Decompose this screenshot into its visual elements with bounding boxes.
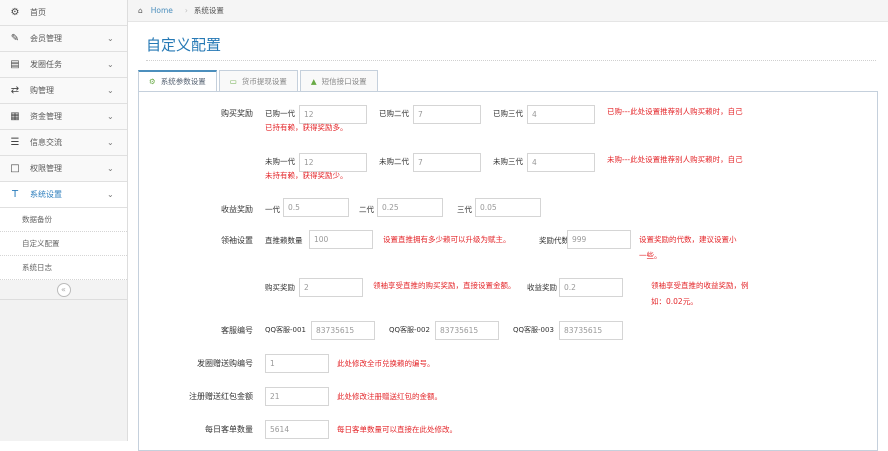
gift-id-label: 发圈赠送购编号 [197, 359, 253, 368]
gift-id-input[interactable]: 1 [265, 354, 329, 373]
sidebar-item-label: 信息交流 [30, 138, 62, 147]
user-icon: ▲ [310, 76, 317, 86]
qq-service-1-label: QQ客服-001 [265, 326, 306, 334]
income-reward-label: 收益奖励 [221, 205, 253, 214]
breadcrumb-separator-icon: › [184, 6, 188, 15]
sidebar-item-1[interactable]: ✎ 会员管理 ⌄ [0, 26, 127, 52]
income-gen2-input[interactable]: 0.25 [377, 198, 443, 217]
gift-id-hint: 此处修改全币兑换赖的编号。 [337, 359, 435, 368]
sidebar-item-label: 系统设置 [30, 190, 62, 199]
sidebar-item-4[interactable]: ▦ 资金管理 ⌄ [0, 104, 127, 130]
sidebar-item-5[interactable]: ☰ 信息交流 ⌄ [0, 130, 127, 156]
tachometer-icon: ⚙ [10, 7, 20, 18]
chevron-down-icon: ⌄ [107, 190, 114, 199]
bought-hint: 已购---此处设置推荐别人购买赖时，自己已持有赖，获得奖励多。 [265, 107, 743, 132]
qq-service-3-label: QQ客服-003 [513, 326, 554, 334]
sidebar-item-0[interactable]: ⚙ 首页 [0, 0, 127, 26]
direct-count-label: 直推赖数量 [265, 236, 303, 245]
service-id-label: 客服编号 [221, 326, 253, 335]
leader-income-input[interactable]: 0.2 [559, 278, 623, 297]
home-icon[interactable]: ⌂ [138, 6, 143, 15]
sidebar: ⚙ 首页 ✎ 会员管理 ⌄ ▤ 发圈任务 ⌄ ⇄ 购管理 ⌄ ▦ 资金管理 ⌄ ☰ 信息交流 ⌄ □ 权限管理 ⌄ T 系… [0, 0, 128, 441]
tab-label: 短信接口设置 [321, 76, 367, 86]
breadcrumb-home-link[interactable]: Home [151, 6, 173, 15]
income-gen2-label: 二代 [359, 205, 374, 214]
sidebar-item-3[interactable]: ⇄ 购管理 ⌄ [0, 78, 127, 104]
leader-income-hint: 领袖享受直推的收益奖励，例如：0.02元。 [651, 281, 749, 306]
direct-count-input[interactable]: 100 [309, 230, 373, 249]
tab-label: 系统参数设置 [160, 77, 206, 86]
tab-bar: ⚙ 系统参数设置 ▭ 货币提现设置 ▲ 短信接口设置 [138, 70, 380, 92]
sidebar-item-2[interactable]: ▤ 发圈任务 ⌄ [0, 52, 127, 78]
title-divider [146, 60, 876, 61]
page-title: 自定义配置 [146, 36, 222, 54]
reward-gen-label: 奖励代数 [539, 236, 569, 245]
income-gen3-input[interactable]: 0.05 [475, 198, 541, 217]
calendar-icon: ▦ [10, 111, 20, 122]
sidebar-item-7[interactable]: T 系统设置 ⌄ [0, 182, 127, 208]
qq-service-3-input[interactable]: 83735615 [559, 321, 623, 340]
sidebar-item-label: 首页 [30, 8, 46, 17]
sidebar-collapse-bar: « [0, 280, 127, 300]
edit-icon: ✎ [10, 33, 20, 44]
sidebar-subitem-system-log[interactable]: 系统日志 [0, 256, 127, 280]
qq-service-1-input[interactable]: 83735615 [311, 321, 375, 340]
leader-purchase-label: 购买奖励 [265, 283, 295, 292]
breadcrumb: ⌂ Home › 系统设置 [128, 0, 888, 22]
sidebar-subitem-custom-config[interactable]: 自定义配置 [0, 232, 127, 256]
gears-icon: ⚙ [149, 77, 156, 86]
reward-gen-hint: 设置奖励的代数，建议设置小一些。 [639, 235, 737, 260]
reward-gen-input[interactable]: 999 [567, 230, 631, 249]
sidebar-subitem-backup[interactable]: 数据备份 [0, 208, 127, 232]
list-icon: ☰ [10, 137, 20, 148]
chevron-down-icon: ⌄ [107, 86, 114, 95]
notbought-hint: 未购---此处设置推荐别人购买赖时，自己未持有赖，获得奖励少。 [265, 155, 743, 180]
direct-count-hint: 设置直推拥有多少赖可以升级为赋主。 [383, 235, 511, 244]
text-icon: T [11, 189, 19, 200]
income-gen3-label: 三代 [457, 205, 472, 214]
chevron-down-icon: ⌄ [107, 164, 114, 173]
book-icon: ▤ [10, 59, 20, 70]
leader-purchase-input[interactable]: 2 [299, 278, 363, 297]
daily-orders-label: 每日客单数量 [205, 425, 253, 434]
sidebar-item-label: 会员管理 [30, 34, 62, 43]
tab-sms[interactable]: ▲ 短信接口设置 [299, 70, 378, 92]
register-gift-hint: 此处修改注册赠送红包的金额。 [337, 392, 442, 401]
chevron-down-icon: ⌄ [107, 138, 114, 147]
sidebar-item-label: 购管理 [30, 86, 54, 95]
sidebar-item-label: 发圈任务 [30, 60, 62, 69]
sidebar-item-label: 权限管理 [30, 164, 62, 173]
sidebar-item-6[interactable]: □ 权限管理 ⌄ [0, 156, 127, 182]
register-gift-label: 注册赠送红包金额 [189, 392, 253, 401]
credit-card-icon: ▭ [229, 76, 237, 86]
chevron-down-icon: ⌄ [107, 34, 114, 43]
tab-label: 货币提现设置 [241, 76, 287, 86]
breadcrumb-current: 系统设置 [193, 6, 224, 15]
tab-content-panel: 购买奖励 已购一代 12 已购二代 7 已购三代 4 已购---此处设置推荐别人… [138, 91, 878, 451]
tab-withdraw[interactable]: ▭ 货币提现设置 [218, 70, 298, 92]
leader-settings-label: 领袖设置 [221, 236, 253, 245]
daily-orders-hint: 每日客单数量可以直接在此处修改。 [337, 425, 457, 434]
daily-orders-input[interactable]: 5614 [265, 420, 329, 439]
collapse-icon[interactable]: « [56, 282, 71, 297]
sidebar-item-label: 资金管理 [30, 112, 62, 121]
register-gift-input[interactable]: 21 [265, 387, 329, 406]
income-gen1-label: 一代 [265, 205, 280, 214]
chevron-down-icon: ⌄ [107, 60, 114, 69]
qq-service-2-input[interactable]: 83735615 [435, 321, 499, 340]
income-gen1-input[interactable]: 0.5 [283, 198, 349, 217]
purchase-reward-label: 购买奖励 [221, 109, 253, 118]
file-icon: □ [10, 163, 20, 174]
chevron-down-icon: ⌄ [107, 112, 114, 121]
tab-system-params[interactable]: ⚙ 系统参数设置 [138, 70, 217, 92]
shuffle-icon: ⇄ [10, 85, 20, 96]
qq-service-2-label: QQ客服-002 [389, 326, 430, 334]
leader-purchase-hint: 领袖享受直推的购买奖励，直接设置金额。 [373, 281, 516, 290]
leader-income-label: 收益奖励 [527, 283, 557, 292]
